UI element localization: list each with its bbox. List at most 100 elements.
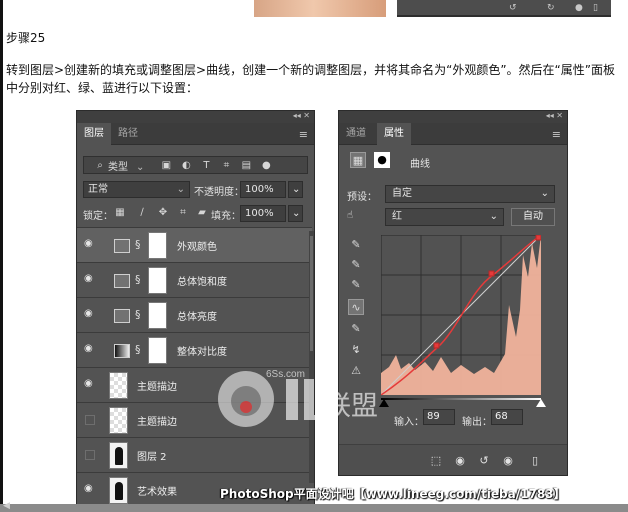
- input-slider[interactable]: [381, 398, 541, 400]
- properties-panel-collapse-icon[interactable]: ◂◂ ✕: [339, 111, 567, 123]
- preset-dropdown[interactable]: 自定 ⌄: [385, 185, 555, 203]
- watermark-letter-shape: [286, 379, 320, 420]
- channel-dropdown[interactable]: 红 ⌄: [385, 208, 504, 226]
- layer-name: 外观颜色: [177, 242, 217, 253]
- layers-scroll-thumb[interactable]: [310, 236, 313, 351]
- hue-saturation-adjustment-icon: [114, 274, 130, 288]
- layer-name: 主题描边: [137, 382, 177, 393]
- layer-name: 总体亮度: [177, 312, 217, 323]
- curves-adjustment-icon: [114, 239, 130, 253]
- layer-thumbnail: [109, 477, 128, 504]
- properties-menu-icon[interactable]: ≡: [552, 128, 561, 141]
- top-panel-eye-icon: ●: [575, 3, 583, 13]
- layer-thumbnail: [109, 442, 128, 469]
- curves-adjustment-icon[interactable]: ▦: [350, 152, 366, 168]
- page-bottom-scrollbar[interactable]: [0, 501, 628, 512]
- curve-point[interactable]: [535, 235, 541, 241]
- description-line-2: 中分别对红、绿、蓝进行以下设置：: [6, 81, 199, 95]
- layer-filter-dropdown[interactable]: 类型 ⌄: [108, 158, 144, 173]
- view-previous-state-icon[interactable]: ◉: [451, 453, 469, 469]
- reset-icon[interactable]: ↺: [475, 453, 493, 469]
- opacity-label: 不透明度：: [194, 187, 244, 198]
- tab-paths[interactable]: 路径: [111, 123, 145, 145]
- channel-row: ☝ 红 ⌄ 自动: [347, 208, 561, 226]
- output-label: 输出：: [462, 417, 492, 428]
- opacity-field[interactable]: 100%: [240, 181, 286, 198]
- lock-label: 锁定：: [83, 211, 113, 222]
- visibility-eye-icon[interactable]: ◉: [84, 378, 96, 390]
- top-panel-cycle-icon: ↻: [547, 3, 555, 13]
- type-filter-icon[interactable]: T: [198, 158, 214, 172]
- layer-name: 整体对比度: [177, 347, 227, 358]
- smart-object-filter-icon[interactable]: ▤: [238, 158, 254, 172]
- curve-point[interactable]: [433, 342, 440, 349]
- visibility-eye-icon[interactable]: ◉: [84, 238, 96, 250]
- lock-all-icon[interactable]: ▰: [194, 205, 210, 219]
- curves-graph[interactable]: [381, 235, 541, 395]
- left-edge-border: [0, 0, 3, 512]
- curve-point-tool-icon[interactable]: ∿: [348, 299, 364, 315]
- target-adjustment-icon[interactable]: ☝: [347, 210, 353, 221]
- adjustment-filter-icon[interactable]: ◐: [178, 158, 194, 172]
- tab-properties[interactable]: 属性: [377, 123, 411, 145]
- gradient-map-adjustment-icon: [114, 344, 130, 358]
- preset-label: 预设：: [347, 192, 377, 203]
- lock-brush-icon[interactable]: ∕: [134, 205, 150, 219]
- layer-name: 艺术效果: [137, 487, 177, 498]
- layer-thumbnail: [109, 407, 128, 434]
- pixel-filter-icon[interactable]: ▣: [158, 158, 174, 172]
- mask-icon[interactable]: ●: [374, 152, 390, 168]
- curves-title: 曲线: [410, 159, 430, 170]
- black-point-eyedropper-icon[interactable]: ✎: [348, 237, 364, 253]
- input-value-field[interactable]: 89: [423, 409, 455, 425]
- layer-row-contrast[interactable]: ◉ § 整体对比度: [77, 332, 312, 367]
- pencil-curve-tool-icon[interactable]: ✎: [348, 321, 364, 337]
- blend-mode-dropdown[interactable]: 正常 ⌄: [83, 181, 190, 198]
- layer-row-saturation[interactable]: ◉ § 总体饱和度: [77, 262, 312, 297]
- top-panel-crop: ↺ ↻ ● ▯: [397, 0, 611, 17]
- white-point-eyedropper-icon[interactable]: ✎: [348, 277, 364, 293]
- tab-channels[interactable]: 通道: [339, 123, 373, 145]
- top-panel-trash-icon: ▯: [593, 3, 598, 13]
- fill-dropdown-icon[interactable]: ⌄: [288, 205, 303, 222]
- output-value-field[interactable]: 68: [491, 409, 523, 425]
- visibility-eye-icon[interactable]: ◉: [84, 343, 96, 355]
- fill-field[interactable]: 100%: [240, 205, 286, 222]
- smooth-curve-tool-icon[interactable]: ↯: [348, 342, 364, 358]
- layer-name: 主题描边: [137, 417, 177, 428]
- clip-to-layer-icon[interactable]: ⬚: [427, 453, 445, 469]
- step-title: 步骤25: [6, 31, 46, 45]
- search-icon: ⌕: [97, 159, 103, 171]
- tab-layers[interactable]: 图层: [77, 123, 111, 145]
- top-panel-arrow-icon: ↺: [509, 3, 517, 13]
- white-input-handle[interactable]: [536, 399, 546, 407]
- visibility-eye-icon[interactable]: ◉: [84, 273, 96, 285]
- layers-menu-icon[interactable]: ≡: [299, 128, 308, 141]
- layer-name: 总体饱和度: [177, 277, 227, 288]
- filter-toggle-icon[interactable]: ●: [258, 158, 274, 172]
- lock-transparent-icon[interactable]: ▦: [112, 205, 128, 219]
- black-input-handle[interactable]: [379, 399, 389, 407]
- preset-row: 预设： 自定 ⌄: [347, 185, 561, 203]
- layer-mask-thumbnail: [148, 267, 167, 294]
- lock-position-icon[interactable]: ✥: [155, 205, 171, 219]
- visibility-eye-icon[interactable]: ◉: [84, 483, 96, 495]
- layer-row-appearance-color[interactable]: ◉ § 外观颜色: [77, 227, 312, 262]
- layer-row-layer-2[interactable]: 图层 2: [77, 437, 312, 472]
- layers-panel-collapse-icon[interactable]: ◂◂ ✕: [77, 111, 314, 123]
- screenshot-page: ↺ ↻ ● ▯ 步骤25 转到图层>创建新的填充或调整图层>曲线，创建一个新的调…: [0, 0, 628, 512]
- shape-filter-icon[interactable]: ⌗: [218, 158, 234, 172]
- visibility-eye-icon[interactable]: ◉: [84, 308, 96, 320]
- gray-point-eyedropper-icon[interactable]: ✎: [348, 257, 364, 273]
- hidden-visibility-box[interactable]: [85, 415, 95, 425]
- layer-row-brightness[interactable]: ◉ § 总体亮度: [77, 297, 312, 332]
- toggle-visibility-icon[interactable]: ◉: [499, 453, 517, 469]
- curve-point[interactable]: [488, 270, 495, 277]
- opacity-dropdown-icon[interactable]: ⌄: [288, 181, 303, 198]
- hidden-visibility-box[interactable]: [85, 450, 95, 460]
- lock-artboard-icon[interactable]: ⌗: [175, 205, 191, 219]
- auto-button[interactable]: 自动: [511, 208, 555, 226]
- trash-icon[interactable]: ▯: [526, 453, 544, 469]
- layers-scrollbar[interactable]: [309, 231, 314, 483]
- mask-link-icon: §: [135, 273, 141, 286]
